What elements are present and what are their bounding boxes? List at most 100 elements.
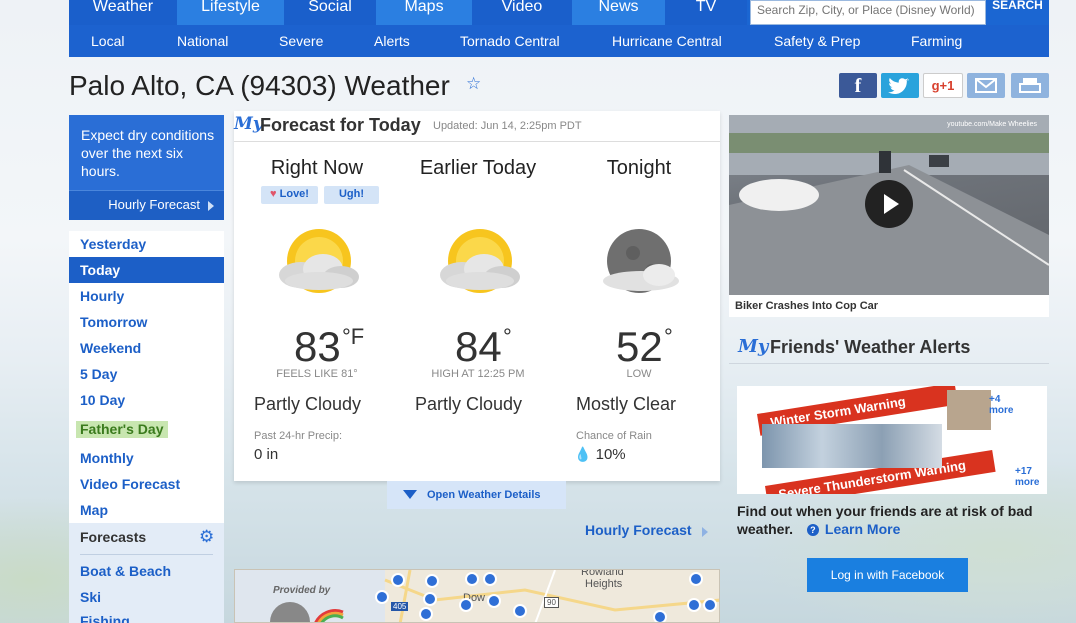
chevron-right-icon [208,201,214,211]
nav-fathers-day[interactable]: Father's Day [69,416,224,442]
forecast-panel: My Forecast for Today Updated: Jun 14, 2… [234,111,720,481]
temperature-unit: °F [342,324,365,349]
nav-5-day[interactable]: 5 Day [69,361,224,387]
alert-hourly-forecast-link[interactable]: Hourly Forecast [69,190,224,220]
video-caption[interactable]: Biker Crashes Into Cop Car [729,295,1049,317]
play-icon[interactable] [865,180,913,228]
high-time: HIGH AT 12:25 PM [431,368,525,380]
hourly-forecast-link[interactable]: Hourly Forecast [585,522,692,538]
subnav-tornado-central[interactable]: Tornado Central [460,25,560,57]
envelope-icon [975,78,997,93]
temperature-unit: ° [664,324,673,349]
chevron-down-icon [403,490,417,499]
search-field[interactable] [750,0,986,26]
column-heading: Right Now [270,157,364,179]
subnav-local[interactable]: Local [91,25,124,57]
page-title: Palo Alto, CA (94303) Weather [69,70,450,101]
tab-video[interactable]: Video [472,0,572,25]
map-marker[interactable] [423,592,437,606]
facebook-share-icon[interactable]: f [839,73,877,98]
mostly-clear-night-icon [603,229,679,293]
tab-social[interactable]: Social [284,0,376,25]
map-marker[interactable] [375,590,389,604]
facebook-login-button[interactable]: Log in with Facebook [807,558,968,592]
friends-alerts-promo-image: Winter Storm Warning Severe Thunderstorm… [737,386,1047,494]
rain-chance: 💧 10% [574,446,626,463]
alert-message: Expect dry conditions over the next six … [81,127,215,179]
open-details-label: Open Weather Details [427,489,541,501]
forecast-column-earlier-today: Earlier Today 84 ° HIGH AT 12:25 PM Part… [397,111,559,481]
friends-alerts-title: Friends' Weather Alerts [770,337,971,357]
tab-weather[interactable]: Weather [69,0,177,25]
map-marker[interactable] [689,572,703,586]
map-marker[interactable] [687,598,701,612]
precip-value: 0 in [254,446,279,463]
rain-chance-label: Chance of Rain [576,430,652,442]
forecast-column-right-now: Right Now 83 °F FEELS LIKE 81° Partly Cl… [236,111,398,481]
nav-yesterday[interactable]: Yesterday [69,231,224,257]
tab-lifestyle[interactable]: Lifestyle [177,0,284,25]
search-button[interactable]: SEARCH [986,0,1049,25]
open-weather-details-button[interactable]: Open Weather Details [387,481,566,509]
partly-cloudy-icon [279,229,359,293]
my-logo: My [738,336,769,357]
map-marker[interactable] [513,604,527,618]
nav-tomorrow[interactable]: Tomorrow [69,309,224,335]
nav-video-forecast[interactable]: Video Forecast [69,471,224,497]
map-marker[interactable] [483,572,497,586]
condition-phrase: Partly Cloudy [415,394,523,414]
map-marker[interactable] [425,574,439,588]
sub-navigation: Local National Severe Alerts Tornado Cen… [69,25,1049,57]
condition-phrase: Mostly Clear [576,394,677,414]
subnav-hurricane-central[interactable]: Hurricane Central [612,25,722,57]
more-friends-count: +17 more [1015,466,1040,488]
subnav-farming[interactable]: Farming [911,25,962,57]
rain-chance-value: 10% [595,446,626,463]
nav-fishing[interactable]: Fishing [80,613,130,623]
tab-maps[interactable]: Maps [376,0,472,25]
nav-monthly[interactable]: Monthly [69,445,224,471]
map-marker[interactable] [391,573,405,587]
map-marker[interactable] [465,572,479,586]
nav-ski[interactable]: Ski [80,589,101,605]
radar-map[interactable]: Provided by Rowland Heights Dow 405 90 [234,569,720,623]
gplus-share-icon[interactable]: g+1 [923,73,963,98]
column-heading: Tonight [606,157,672,179]
subnav-alerts[interactable]: Alerts [374,25,410,57]
search-input[interactable] [751,3,985,26]
friends-photos [762,424,942,468]
video-player[interactable]: youtube.com/Make Wheelies [729,115,1049,295]
friend-photo [947,390,991,430]
subnav-safety-prep[interactable]: Safety & Prep [774,25,860,57]
alert-link-label: Hourly Forecast [108,197,200,212]
map-marker[interactable] [653,610,667,622]
tab-news[interactable]: News [572,0,665,25]
learn-more-link[interactable]: Learn More [825,521,900,537]
map-marker[interactable] [459,598,473,612]
column-heading: Earlier Today [419,157,537,179]
divider [729,363,1049,364]
subnav-national[interactable]: National [177,25,228,57]
nav-10-day[interactable]: 10 Day [69,387,224,413]
twitter-share-icon[interactable] [881,73,919,98]
nav-map[interactable]: Map [69,497,224,523]
forecast-nav: Yesterday Today Hourly Tomorrow Weekend … [69,231,224,523]
map-marker[interactable] [703,598,717,612]
nav-today[interactable]: Today [69,257,224,283]
fathers-day-label: Father's Day [76,421,169,438]
map-marker[interactable] [487,594,501,608]
map-marker[interactable] [419,607,433,621]
favorite-star-icon[interactable]: ☆ [466,74,481,94]
nav-weekend[interactable]: Weekend [69,335,224,361]
tab-tv[interactable]: TV [665,0,747,25]
email-share-icon[interactable] [967,73,1005,98]
print-icon[interactable] [1011,73,1049,98]
nav-hourly[interactable]: Hourly [69,283,224,309]
high-temperature: 84 [455,323,502,370]
highway-shield: 90 [544,597,559,608]
gear-icon[interactable]: ⚙ [199,527,214,547]
main-navigation: Weather Lifestyle Social Maps Video News… [69,0,1049,26]
chevron-right-icon [702,527,708,537]
subnav-severe[interactable]: Severe [279,25,323,57]
nav-boat-beach[interactable]: Boat & Beach [80,563,171,579]
